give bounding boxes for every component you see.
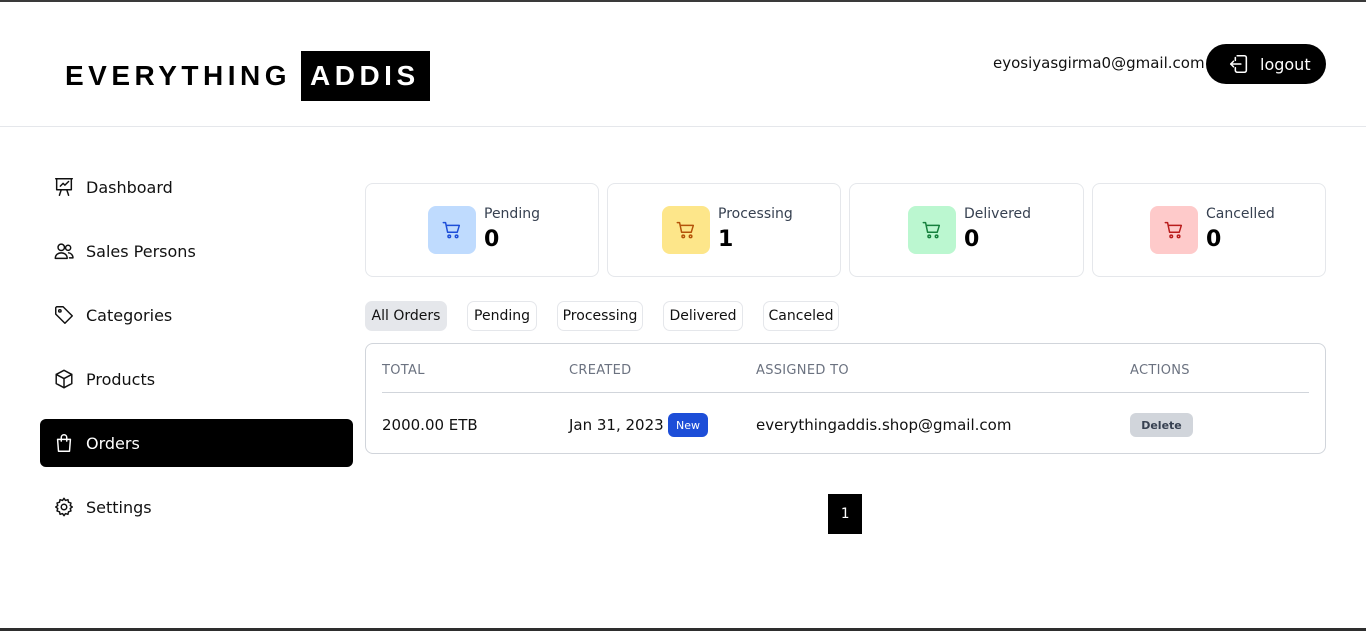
sidebar-item-label: Products [86, 369, 156, 389]
cart-icon [662, 206, 710, 254]
sidebar-item-dashboard[interactable]: Dashboard [40, 163, 353, 211]
column-header-assigned-to: ASSIGNED TO [756, 363, 849, 378]
filter-canceled[interactable]: Canceled [763, 301, 839, 331]
filter-processing[interactable]: Processing [557, 301, 643, 331]
logo[interactable]: EVERYTHING ADDIS [65, 51, 430, 101]
orders-table: TOTAL CREATED ASSIGNED TO ACTIONS 2000.0… [365, 343, 1326, 454]
sidebar-item-label: Settings [86, 497, 152, 517]
gear-icon [55, 497, 73, 517]
stat-card-delivered: Delivered 0 [849, 183, 1084, 277]
sidebar-item-label: Sales Persons [86, 241, 196, 261]
stat-label: Delivered [964, 206, 1032, 222]
presentation-chart-icon [55, 178, 73, 196]
user-email: eyosiyasgirma0@gmail.com [993, 54, 1205, 72]
column-header-actions: ACTIONS [1130, 363, 1190, 378]
stat-card-processing: Processing 1 [607, 183, 841, 277]
sidebar-item-label: Categories [86, 305, 173, 325]
stat-card-cancelled: Cancelled 0 [1092, 183, 1326, 277]
stat-value: 0 [964, 227, 980, 252]
users-icon [54, 243, 74, 260]
stat-label: Cancelled [1206, 206, 1275, 222]
pagination-page-1[interactable]: 1 [828, 494, 862, 534]
stat-value: 1 [718, 227, 734, 252]
sidebar-item-label: Orders [86, 433, 140, 453]
order-created-date: Jan 31, 2023 [569, 416, 664, 434]
logout-icon [1229, 54, 1248, 74]
logout-button[interactable]: logout [1206, 44, 1326, 84]
cart-icon [1150, 206, 1198, 254]
sidebar-item-sales-persons[interactable]: Sales Persons [40, 227, 353, 275]
status-badge: New [668, 413, 708, 437]
shopping-bag-icon [56, 434, 72, 452]
column-header-total: TOTAL [382, 363, 425, 378]
cart-icon [428, 206, 476, 254]
stat-value: 0 [1206, 227, 1222, 252]
filter-all-orders[interactable]: All Orders [365, 301, 447, 331]
stat-card-pending: Pending 0 [365, 183, 599, 277]
logo-text-addis: ADDIS [301, 51, 430, 101]
stat-value: 0 [484, 227, 500, 252]
order-total: 2000.00 ETB [382, 416, 478, 434]
order-assigned-to: everythingaddis.shop@gmail.com [756, 416, 1012, 434]
sidebar-item-label: Dashboard [86, 177, 173, 197]
sidebar-item-orders[interactable]: Orders [40, 419, 353, 467]
column-header-created: CREATED [569, 363, 632, 378]
stat-label: Pending [484, 206, 540, 222]
stat-label: Processing [718, 206, 793, 222]
sidebar-item-settings[interactable]: Settings [40, 483, 353, 531]
cart-icon [908, 206, 956, 254]
logout-label: logout [1260, 54, 1311, 74]
delete-button[interactable]: Delete [1130, 413, 1193, 437]
filter-delivered[interactable]: Delivered [663, 301, 743, 331]
divider [382, 392, 1309, 393]
cube-icon [55, 369, 73, 389]
tag-icon [55, 306, 73, 324]
header: EVERYTHING ADDIS eyosiyasgirma0@gmail.co… [0, 2, 1366, 127]
sidebar-item-categories[interactable]: Categories [40, 291, 353, 339]
sidebar-item-products[interactable]: Products [40, 355, 353, 403]
logo-text-everything: EVERYTHING [65, 60, 291, 91]
filter-pending[interactable]: Pending [467, 301, 537, 331]
